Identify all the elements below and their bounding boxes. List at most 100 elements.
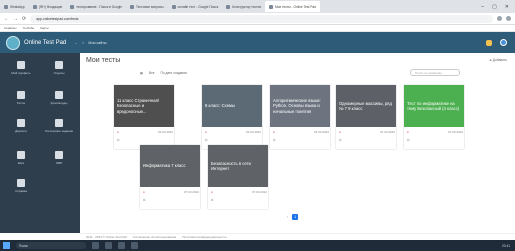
reload-icon[interactable]: ⟳ [22, 16, 26, 22]
app-icon[interactable] [105, 242, 112, 249]
copy-icon[interactable]: ⧉ [211, 198, 213, 202]
card-meta: ● 07.03.2022 [407, 130, 463, 134]
app-icon[interactable] [131, 242, 138, 249]
page-number-current[interactable]: 1 [292, 214, 299, 220]
otp-icon [268, 4, 273, 9]
card-actions: ⧉ [143, 198, 145, 202]
footer-link[interactable]: Политика конфиденциальности [182, 235, 226, 239]
grid-view-icon[interactable]: ▦ [140, 71, 143, 75]
sidebar-item-logic[interactable]: Логические задания [41, 119, 77, 133]
add-test-button[interactable]: ⊕ Добавить [489, 58, 507, 62]
header-actions [486, 39, 515, 46]
copy-icon[interactable]: ⧉ [117, 138, 119, 142]
test-card[interactable]: Алгоритмические языки: Python. Основы яз… [270, 85, 330, 149]
start-icon[interactable] [3, 242, 10, 249]
card-thumbnail[interactable]: Безопасность в сети Интернет [208, 145, 268, 187]
test-card[interactable]: 8 класс: Схемы ● 03.03.2022 ⧉ [202, 85, 262, 149]
status-icon: ● [143, 190, 145, 194]
copy-icon[interactable]: ⧉ [205, 138, 207, 142]
notification-icon[interactable] [486, 39, 492, 46]
bookmark-item[interactable]: Карты [40, 26, 49, 30]
clock[interactable]: 20:41 [502, 244, 510, 248]
logo-icon[interactable] [6, 35, 20, 50]
browser-tab[interactable]: WhatsApp [0, 1, 29, 12]
card-meta: ● 03.03.2022 [205, 130, 261, 134]
card-thumbnail[interactable]: 11 класс Страничная/Безопасные и вредоно… [114, 85, 174, 127]
card-meta: ● 03.03.2022 [273, 130, 329, 134]
test-card[interactable]: Одномерные массивы, ряд № 7 9 класс ● 07.… [336, 85, 396, 149]
card-title: Безопасность в сети Интернет [211, 160, 251, 171]
sidebar-item-survey[interactable]: ОВП [41, 151, 77, 165]
copy-icon[interactable]: ⧉ [143, 198, 145, 202]
back-icon[interactable]: ← [4, 16, 9, 22]
page-title: Мои тесты [86, 57, 121, 64]
card-thumbnail[interactable]: Информатика 7 класс [140, 145, 200, 187]
taskbar-search[interactable]: Поиск [16, 242, 86, 249]
url-input[interactable]: app.onlinetestpad.com/tests [30, 14, 493, 23]
browser-tab[interactable]: онлайн тест - Google Поиск [168, 1, 223, 12]
extension-icon[interactable] [497, 16, 502, 21]
system-tray: 20:41 [502, 244, 515, 248]
browser-tab[interactable]: тестирование - Поиск в Google [66, 1, 126, 12]
filter-bar: ▦ Все По дате создания [140, 71, 187, 75]
card-title: Одномерные массивы, ряд № 7 9 класс [339, 100, 392, 111]
sidebar-item-departments[interactable]: Отделы [41, 61, 77, 75]
app-icon[interactable] [92, 242, 99, 249]
app-icon[interactable] [118, 242, 125, 249]
profile-icon[interactable] [506, 16, 511, 21]
page-icon [129, 4, 134, 9]
sidebar-item-crosswords[interactable]: Кроссворды [41, 91, 77, 105]
menu-icon[interactable]: ← [74, 41, 78, 45]
bookmarks-bar: Сервисы YouTube Карты [0, 25, 515, 32]
brand-name[interactable]: Online Test Pad [24, 40, 74, 46]
filter-all[interactable]: Все [149, 71, 155, 75]
card-thumbnail[interactable]: Одномерные массивы, ряд № 7 9 класс [336, 85, 396, 127]
window-controls: – ▢ ✕ [481, 4, 515, 10]
sidebar-item-dialogs[interactable]: Диалоги [3, 119, 39, 133]
copy-icon[interactable]: ⧉ [273, 138, 275, 142]
search-input[interactable]: Поиск по названию [410, 69, 460, 76]
forward-icon[interactable]: → [13, 16, 18, 22]
sort-select[interactable]: По дате создания [161, 71, 187, 75]
browser-tab[interactable]: Тестовые вопросы [126, 1, 168, 12]
sidebar-item-quiz[interactable]: Квиз [3, 151, 39, 165]
sidebar-item-profile[interactable]: Мой профиль [3, 61, 39, 75]
crossword-icon [55, 91, 63, 99]
copyright: 2011 - 2024 © Online Test Pad [86, 235, 127, 239]
close-icon[interactable]: ✕ [505, 4, 509, 10]
card-actions: ⧉ [211, 198, 213, 202]
card-title: 8 класс: Схемы [205, 103, 235, 109]
test-icon [17, 91, 25, 99]
card-thumbnail[interactable]: Алгоритмические языки: Python. Основы яз… [270, 85, 330, 127]
dialog-icon [17, 119, 25, 127]
card-meta: ● 07.03.2022 [211, 190, 267, 194]
card-actions: ⧉ [407, 138, 409, 142]
card-actions: ⧉ [273, 138, 275, 142]
browser-tab[interactable]: (99+) Входящие [29, 1, 67, 12]
test-card[interactable]: Информатика 7 класс ● 07.03.2022 ⧉ [140, 145, 200, 209]
info-icon[interactable]: i [83, 41, 84, 45]
bookmark-item[interactable]: YouTube [22, 26, 34, 30]
maximize-icon[interactable]: ▢ [492, 4, 497, 10]
copy-icon[interactable]: ⧉ [339, 138, 341, 142]
copy-icon[interactable]: ⧉ [407, 138, 409, 142]
card-actions: ⧉ [117, 138, 119, 142]
test-card[interactable]: 11 класс Страничная/Безопасные и вредоно… [114, 85, 174, 149]
browser-tab[interactable]: Конструктор тестов [222, 1, 265, 12]
avatar[interactable] [500, 39, 507, 46]
prev-page-icon[interactable]: ‹ [287, 215, 288, 219]
quiz-icon [17, 151, 25, 159]
test-card[interactable]: Тест по информатике на тему Безопасный (… [404, 85, 464, 149]
test-card[interactable]: Безопасность в сети Интернет ● 07.03.2022… [208, 145, 268, 209]
sidebar-item-help[interactable]: Справка [3, 179, 39, 193]
card-thumbnail[interactable]: 8 класс: Схемы [202, 85, 262, 127]
footer-link[interactable]: Соглашение об использовании [133, 235, 176, 239]
breadcrumb-item[interactable]: Мои сайты [88, 41, 106, 45]
mail-icon [32, 4, 37, 9]
browser-tab-active[interactable]: Мои тесты - Online Test Pad [264, 1, 320, 12]
google-icon [70, 4, 75, 9]
sidebar-item-tests[interactable]: Тесты [3, 91, 39, 105]
card-thumbnail[interactable]: Тест по информатике на тему Безопасный (… [404, 85, 464, 127]
bookmark-item[interactable]: Сервисы [4, 26, 16, 30]
minimize-icon[interactable]: – [481, 4, 484, 10]
